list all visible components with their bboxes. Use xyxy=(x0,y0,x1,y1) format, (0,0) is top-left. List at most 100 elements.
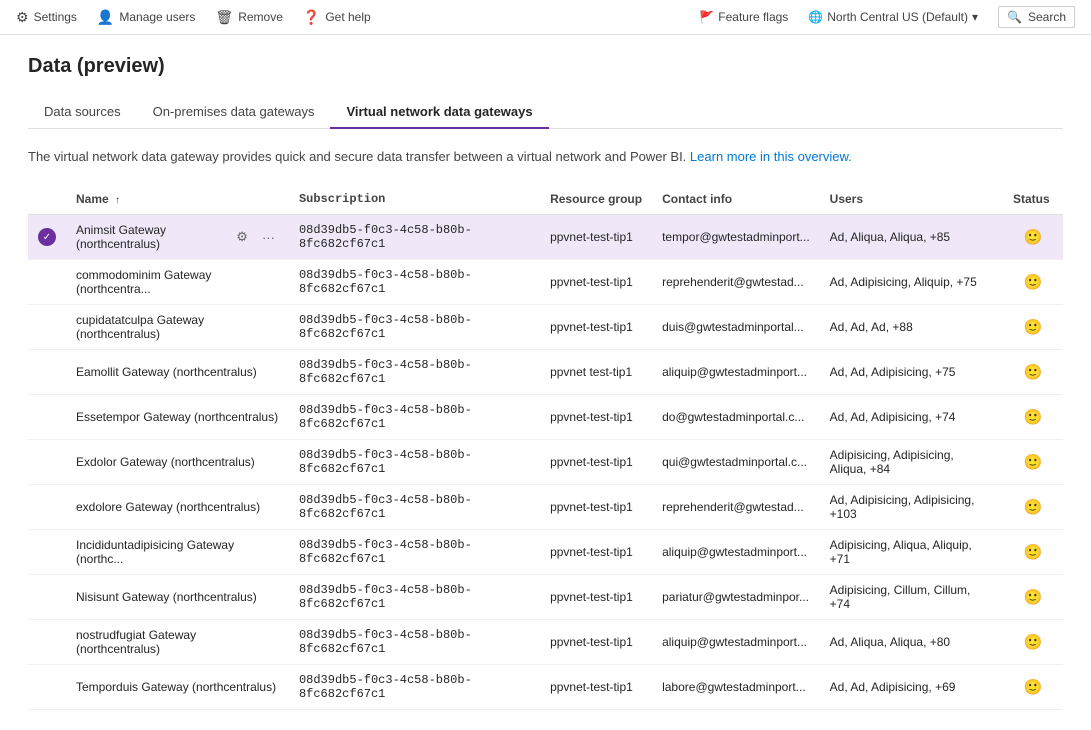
row-contact-info: aliquip@gwtestadminport... xyxy=(652,530,820,575)
page-title: Data (preview) xyxy=(28,55,1063,78)
row-contact-info: duis@gwtestadminportal... xyxy=(652,305,820,350)
topbar-left-actions: ⚙ Settings 👤 Manage users 🗑 Remove ❓ Get… xyxy=(16,9,371,26)
row-selected-icon: ✓ xyxy=(38,228,56,246)
row-name[interactable]: Eamollit Gateway (northcentralus) xyxy=(66,350,289,395)
row-name[interactable]: Incididuntadipisicing Gateway (northc... xyxy=(66,530,289,575)
row-name[interactable]: Animsit Gateway (northcentralus) ⚙ ··· xyxy=(66,215,289,260)
tab-on-premises[interactable]: On-premises data gateways xyxy=(137,96,331,129)
col-header-users[interactable]: Users xyxy=(820,184,1003,215)
row-resource-group: ppvnet-test-tip1 xyxy=(540,485,652,530)
feature-flags-icon: 🚩 xyxy=(699,10,714,24)
row-subscription: 08d39db5-f0c3-4c58-b80b-8fc682cf67c1 xyxy=(289,665,540,710)
col-header-status[interactable]: Status xyxy=(1003,184,1063,215)
table-row[interactable]: nostrudfugiat Gateway (northcentralus) 08… xyxy=(28,620,1063,665)
table-row[interactable]: Incididuntadipisicing Gateway (northc...… xyxy=(28,530,1063,575)
row-icon-cell xyxy=(28,665,66,710)
row-users: Adipisicing, Aliqua, Aliquip, +71 xyxy=(820,530,1003,575)
row-users: Adipisicing, Adipisicing, Aliqua, +84 xyxy=(820,440,1003,485)
row-contact-info: qui@gwtestadminportal.c... xyxy=(652,440,820,485)
row-name[interactable]: exdolore Gateway (northcentralus) xyxy=(66,485,289,530)
row-name[interactable]: commodominim Gateway (northcentra... xyxy=(66,260,289,305)
status-icon: 🙂 xyxy=(1024,364,1043,381)
col-header-select xyxy=(28,184,66,215)
region-icon: 🌐 xyxy=(808,10,823,24)
status-icon: 🙂 xyxy=(1024,454,1043,471)
row-subscription: 08d39db5-f0c3-4c58-b80b-8fc682cf67c1 xyxy=(289,620,540,665)
row-contact-info: do@gwtestadminportal.c... xyxy=(652,395,820,440)
tab-data-sources[interactable]: Data sources xyxy=(28,96,137,129)
table-row[interactable]: commodominim Gateway (northcentra... 08d3… xyxy=(28,260,1063,305)
status-icon: 🙂 xyxy=(1024,229,1043,246)
gateway-name-text: Animsit Gateway (northcentralus) xyxy=(76,223,224,251)
row-subscription: 08d39db5-f0c3-4c58-b80b-8fc682cf67c1 xyxy=(289,395,540,440)
row-name[interactable]: cupidatatculpa Gateway (northcentralus) xyxy=(66,305,289,350)
row-users: Ad, Aliqua, Aliqua, +85 xyxy=(820,215,1003,260)
row-resource-group: ppvnet-test-tip1 xyxy=(540,260,652,305)
gateway-name-text: nostrudfugiat Gateway (northcentralus) xyxy=(76,628,279,656)
manage-users-button[interactable]: 👤 Manage users xyxy=(97,9,195,26)
row-contact-info: labore@gwtestadminport... xyxy=(652,665,820,710)
row-name[interactable]: Essetempor Gateway (northcentralus) xyxy=(66,395,289,440)
row-status: 🙂 xyxy=(1003,305,1063,350)
table-row[interactable]: cupidatatculpa Gateway (northcentralus)0… xyxy=(28,305,1063,350)
col-header-subscription[interactable]: Subscription xyxy=(289,184,540,215)
row-resource-group: ppvnet-test-tip1 xyxy=(540,665,652,710)
table-row[interactable]: exdolore Gateway (northcentralus)08d39db… xyxy=(28,485,1063,530)
row-subscription: 08d39db5-f0c3-4c58-b80b-8fc682cf67c1 xyxy=(289,530,540,575)
row-subscription: 08d39db5-f0c3-4c58-b80b-8fc682cf67c1 xyxy=(289,260,540,305)
row-contact-info: aliquip@gwtestadminport... xyxy=(652,620,820,665)
row-contact-info: reprehenderit@gwtestad... xyxy=(652,260,820,305)
feature-flags-button[interactable]: 🚩 Feature flags xyxy=(699,10,788,24)
row-name[interactable]: Nisisunt Gateway (northcentralus) xyxy=(66,575,289,620)
row-subscription: 08d39db5-f0c3-4c58-b80b-8fc682cf67c1 xyxy=(289,305,540,350)
row-status: 🙂 xyxy=(1003,350,1063,395)
row-actions: ⚙ ··· xyxy=(232,227,279,247)
status-icon: 🙂 xyxy=(1024,544,1043,561)
manage-users-icon: 👤 xyxy=(97,9,114,26)
gear-button[interactable]: ⚙ xyxy=(232,227,252,247)
row-status: 🙂 xyxy=(1003,440,1063,485)
region-selector[interactable]: 🌐 North Central US (Default) ▾ xyxy=(808,10,978,24)
search-icon: 🔍 xyxy=(1007,10,1022,24)
page-content: Data (preview) Data sources On-premises … xyxy=(0,35,1091,730)
row-icon-cell xyxy=(28,350,66,395)
info-text: The virtual network data gateway provide… xyxy=(28,149,1063,164)
row-icon-cell xyxy=(28,530,66,575)
tabs-container: Data sources On-premises data gateways V… xyxy=(28,96,1063,129)
table-row[interactable]: Essetempor Gateway (northcentralus)08d39… xyxy=(28,395,1063,440)
gateway-name-text: commodominim Gateway (northcentra... xyxy=(76,268,279,296)
col-header-name[interactable]: Name ↑ xyxy=(66,184,289,215)
row-resource-group: ppvnet-test-tip1 xyxy=(540,305,652,350)
get-help-button[interactable]: ❓ Get help xyxy=(303,9,371,26)
table-row[interactable]: Eamollit Gateway (northcentralus)08d39db… xyxy=(28,350,1063,395)
row-icon-cell xyxy=(28,440,66,485)
table-row[interactable]: Nisisunt Gateway (northcentralus)08d39db… xyxy=(28,575,1063,620)
gateway-name-text: Incididuntadipisicing Gateway (northc... xyxy=(76,538,279,566)
row-icon-cell xyxy=(28,485,66,530)
help-icon: ❓ xyxy=(303,9,320,26)
table-row[interactable]: Temporduis Gateway (northcentralus)08d39… xyxy=(28,665,1063,710)
tab-virtual-network[interactable]: Virtual network data gateways xyxy=(330,96,548,129)
row-contact-info: reprehenderit@gwtestad... xyxy=(652,485,820,530)
row-contact-info: tempor@gwtestadminport... xyxy=(652,215,820,260)
status-icon: 🙂 xyxy=(1024,679,1043,696)
row-resource-group: ppvnet-test-tip1 xyxy=(540,440,652,485)
row-status: 🙂 xyxy=(1003,530,1063,575)
search-box[interactable]: 🔍 Search xyxy=(998,6,1075,28)
more-button[interactable]: ··· xyxy=(258,228,279,247)
row-status: 🙂 xyxy=(1003,260,1063,305)
row-resource-group: ppvnet-test-tip1 xyxy=(540,530,652,575)
row-contact-info: pariatur@gwtestadminpor... xyxy=(652,575,820,620)
col-header-resource-group[interactable]: Resource group xyxy=(540,184,652,215)
status-icon: 🙂 xyxy=(1024,409,1043,426)
remove-button[interactable]: 🗑 Remove xyxy=(215,9,282,26)
row-name[interactable]: Temporduis Gateway (northcentralus) xyxy=(66,665,289,710)
settings-button[interactable]: ⚙ Settings xyxy=(16,9,77,26)
col-header-contact-info[interactable]: Contact info xyxy=(652,184,820,215)
table-row[interactable]: ✓Animsit Gateway (northcentralus)⚙···08d… xyxy=(28,215,1063,260)
row-name[interactable]: Exdolor Gateway (northcentralus) xyxy=(66,440,289,485)
learn-more-link[interactable]: Learn more in this overview. xyxy=(690,149,852,164)
row-name[interactable]: nostrudfugiat Gateway (northcentralus) xyxy=(66,620,289,665)
table-row[interactable]: Exdolor Gateway (northcentralus)08d39db5… xyxy=(28,440,1063,485)
row-resource-group: ppvnet-test-tip1 xyxy=(540,395,652,440)
